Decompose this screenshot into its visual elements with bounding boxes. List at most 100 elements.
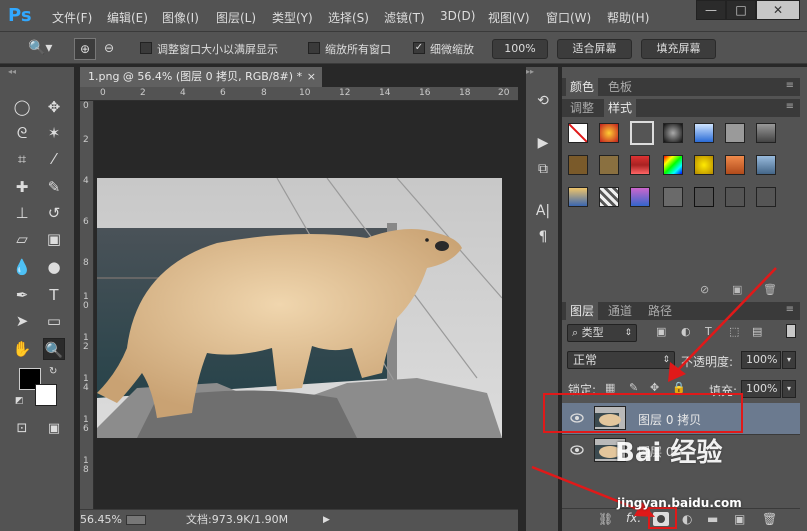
- menu-select[interactable]: 选择(S): [328, 9, 369, 26]
- menu-window[interactable]: 窗口(W): [546, 9, 591, 26]
- tab-styles[interactable]: 样式: [604, 99, 637, 117]
- scrubby-zoom-checkbox[interactable]: ✓: [413, 42, 425, 54]
- hand-tool-icon[interactable]: ✋: [11, 338, 33, 360]
- magic-wand-icon[interactable]: ✶: [43, 122, 65, 144]
- status-menu-arrow-icon[interactable]: ▶: [323, 510, 330, 530]
- style-swatch[interactable]: [663, 123, 683, 143]
- style-swatch[interactable]: [599, 155, 619, 175]
- menu-3d[interactable]: 3D(D): [440, 9, 475, 23]
- move-tool-icon[interactable]: ✥: [43, 96, 65, 118]
- menu-layer[interactable]: 图层(L): [216, 9, 256, 26]
- style-swatch[interactable]: [599, 187, 619, 207]
- paragraph-icon[interactable]: ¶: [532, 226, 554, 248]
- opacity-input[interactable]: 100%: [741, 351, 781, 369]
- visibility-eye-icon[interactable]: [570, 444, 584, 456]
- filter-type-icon[interactable]: T: [705, 325, 712, 338]
- tab-paths[interactable]: 路径: [644, 302, 676, 320]
- toolbar-collapse-icon[interactable]: ◂◂: [8, 67, 68, 76]
- menu-help[interactable]: 帮助(H): [607, 9, 649, 26]
- style-swatch[interactable]: [725, 123, 745, 143]
- eyedropper-icon[interactable]: ⁄: [43, 148, 65, 170]
- zoom-100-button[interactable]: 100%: [492, 39, 548, 59]
- menu-filter[interactable]: 滤镜(T): [384, 9, 425, 26]
- properties-icon[interactable]: ⧉: [532, 158, 554, 180]
- group-folder-icon[interactable]: ▬: [707, 512, 718, 526]
- style-swatch[interactable]: [663, 155, 683, 175]
- quick-mask-icon[interactable]: ⊡: [11, 418, 33, 440]
- brush-tool-icon[interactable]: ✎: [43, 176, 65, 198]
- resize-windows-checkbox[interactable]: [140, 42, 152, 54]
- fill-dropdown-icon[interactable]: ▾: [782, 380, 796, 398]
- minimize-button[interactable]: —: [696, 0, 726, 20]
- delete-layer-icon[interactable]: 🗑: [762, 512, 777, 526]
- zoom-tool-preset-icon[interactable]: 🔍▾: [28, 40, 62, 58]
- new-layer-icon[interactable]: ▣: [734, 512, 745, 526]
- pen-tool-icon[interactable]: ✒: [11, 284, 33, 306]
- status-zoom[interactable]: 56.45%: [80, 510, 122, 530]
- tab-close-icon[interactable]: ×: [307, 67, 316, 87]
- menu-file[interactable]: 文件(F): [52, 9, 92, 26]
- clone-stamp-icon[interactable]: ⊥: [11, 202, 33, 224]
- document-tab[interactable]: 1.png @ 56.4% (图层 0 拷贝, RGB/8#) * ×: [80, 67, 322, 87]
- tab-layers[interactable]: 图层: [566, 302, 599, 320]
- zoom-in-icon[interactable]: ⊕: [74, 38, 96, 60]
- dodge-tool-icon[interactable]: ●: [43, 256, 65, 278]
- zoom-out-icon[interactable]: ⊖: [98, 38, 120, 60]
- style-swatch-selected[interactable]: [630, 121, 654, 145]
- delete-style-icon[interactable]: 🗑: [763, 283, 777, 296]
- lasso-tool-icon[interactable]: ᘓ: [11, 122, 33, 144]
- style-swatch[interactable]: [568, 155, 588, 175]
- maximize-button[interactable]: □: [726, 0, 756, 20]
- tab-swatches[interactable]: 色板: [604, 78, 636, 96]
- tab-color[interactable]: 颜色: [566, 78, 599, 96]
- style-swatch[interactable]: [568, 187, 588, 207]
- zoom-tool-icon[interactable]: 🔍: [43, 338, 65, 360]
- fill-input[interactable]: 100%: [741, 380, 781, 398]
- adjustment-layer-icon[interactable]: ◐: [682, 512, 692, 526]
- menu-type[interactable]: 类型(Y): [272, 9, 313, 26]
- rectangle-tool-icon[interactable]: ▭: [43, 310, 65, 332]
- filter-smart-icon[interactable]: ▤: [752, 325, 762, 338]
- menu-image[interactable]: 图像(I): [162, 9, 199, 26]
- filter-pixel-icon[interactable]: ▣: [656, 325, 666, 338]
- panel-menu-icon[interactable]: ≡: [786, 101, 794, 112]
- style-swatch[interactable]: [756, 123, 776, 143]
- style-swatch[interactable]: [663, 187, 683, 207]
- dock-collapse-icon[interactable]: ▸▸: [526, 67, 558, 76]
- panel-menu-icon[interactable]: ≡: [786, 304, 794, 315]
- crop-tool-icon[interactable]: ⌗: [11, 148, 33, 170]
- swap-colors-icon[interactable]: ↻: [49, 366, 61, 378]
- zoom-all-checkbox[interactable]: [308, 42, 320, 54]
- filter-adjust-icon[interactable]: ◐: [681, 325, 691, 338]
- marquee-tool-icon[interactable]: ◯: [11, 96, 33, 118]
- history-icon[interactable]: ⟲: [532, 90, 554, 112]
- style-swatch[interactable]: [694, 155, 714, 175]
- screen-mode-icon[interactable]: ▣: [43, 418, 65, 440]
- blur-tool-icon[interactable]: 💧: [11, 256, 33, 278]
- link-layers-icon[interactable]: ⛓: [598, 512, 613, 526]
- eraser-tool-icon[interactable]: ▱: [11, 228, 33, 250]
- actions-play-icon[interactable]: ▶: [532, 132, 554, 154]
- style-none[interactable]: [568, 123, 588, 143]
- background-color-swatch[interactable]: [35, 384, 57, 406]
- tab-adjustments[interactable]: 调整: [566, 99, 598, 117]
- filter-toggle[interactable]: [786, 324, 796, 338]
- blend-mode-select[interactable]: 正常 ⇕: [567, 351, 675, 369]
- default-colors-icon[interactable]: ◩: [15, 396, 27, 408]
- new-style-icon[interactable]: ▣: [732, 283, 742, 296]
- style-swatch[interactable]: [694, 187, 714, 207]
- fx-icon[interactable]: fx.: [626, 511, 641, 525]
- gradient-tool-icon[interactable]: ▣: [43, 228, 65, 250]
- style-swatch[interactable]: [756, 155, 776, 175]
- tab-channels[interactable]: 通道: [604, 302, 636, 320]
- fit-screen-button[interactable]: 适合屏幕: [557, 39, 632, 59]
- opacity-dropdown-icon[interactable]: ▾: [782, 351, 796, 369]
- close-button[interactable]: ✕: [756, 0, 800, 20]
- style-swatch[interactable]: [756, 187, 776, 207]
- filter-shape-icon[interactable]: ⬚: [729, 325, 739, 338]
- style-swatch[interactable]: [599, 123, 619, 143]
- style-swatch[interactable]: [725, 155, 745, 175]
- history-brush-icon[interactable]: ↺: [43, 202, 65, 224]
- menu-view[interactable]: 视图(V): [488, 9, 530, 26]
- style-swatch[interactable]: [694, 123, 714, 143]
